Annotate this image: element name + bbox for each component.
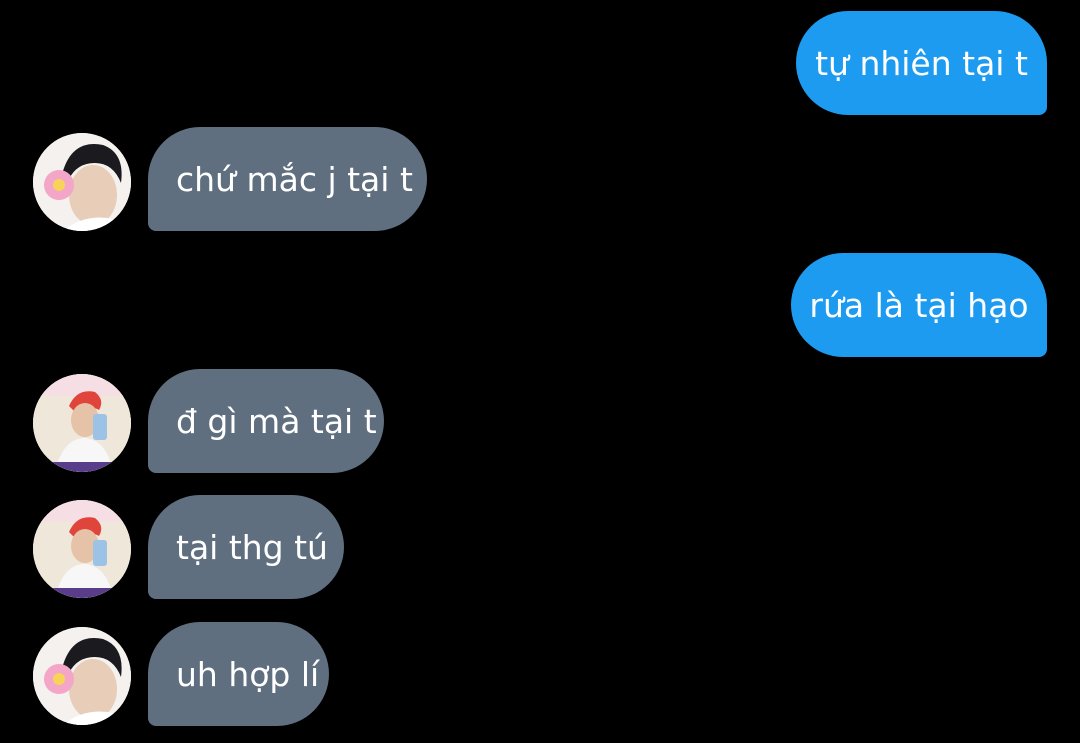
avatar[interactable]: [33, 374, 131, 472]
outgoing-message-bubble[interactable]: rứa là tại hạo: [791, 253, 1047, 357]
avatar[interactable]: [33, 627, 131, 725]
message-text: uh hợp lí: [176, 654, 320, 694]
avatar-red-hair-phone-icon: [33, 374, 131, 472]
incoming-message-bubble[interactable]: uh hợp lí: [148, 622, 329, 726]
message-text: rứa là tại hạo: [809, 285, 1029, 325]
avatar[interactable]: [33, 500, 131, 598]
incoming-message-bubble[interactable]: đ gì mà tại t: [148, 369, 384, 473]
outgoing-message-bubble[interactable]: tự nhiên tại t: [796, 11, 1047, 115]
incoming-message-bubble[interactable]: chứ mắc j tại t: [148, 127, 427, 231]
avatar-dark-hair-flower-icon: [33, 133, 131, 231]
avatar-red-hair-phone-icon: [33, 500, 131, 598]
avatar-dark-hair-flower-icon: [33, 627, 131, 725]
chat-thread: tự nhiên tại t chứ mắc j tại t rứa là tạ…: [0, 0, 1080, 743]
message-text: chứ mắc j tại t: [176, 159, 413, 199]
message-text: tự nhiên tại t: [815, 43, 1028, 83]
incoming-message-bubble[interactable]: tại thg tú: [148, 495, 344, 599]
message-text: đ gì mà tại t: [176, 401, 377, 441]
avatar[interactable]: [33, 133, 131, 231]
message-text: tại thg tú: [176, 527, 328, 567]
